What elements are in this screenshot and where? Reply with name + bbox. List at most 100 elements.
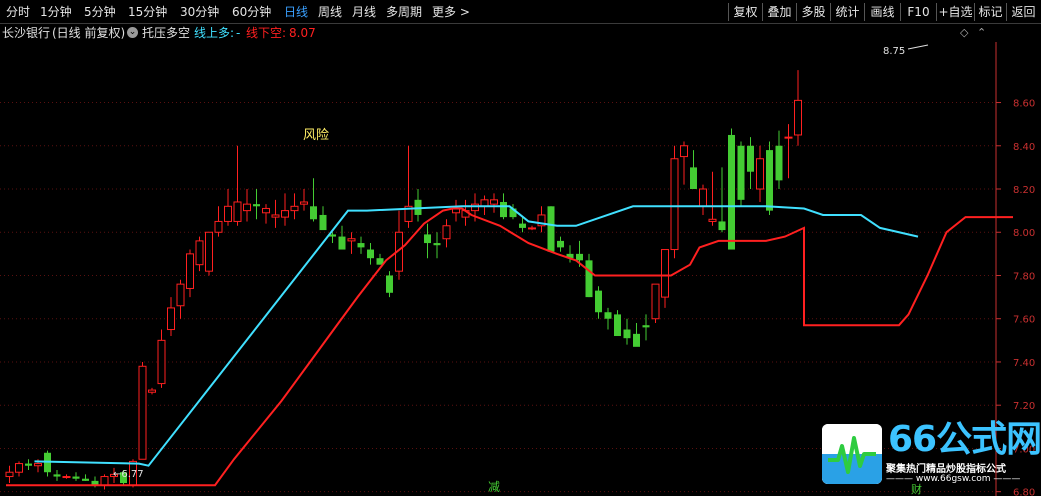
logo-pulse-icon bbox=[822, 424, 882, 484]
candle-up bbox=[62, 476, 71, 479]
candle-down bbox=[357, 243, 365, 248]
candle-down bbox=[338, 236, 346, 250]
candle-down bbox=[576, 253, 583, 261]
period-tab-multi[interactable]: 多周期 bbox=[386, 0, 422, 24]
candle-up bbox=[794, 99, 802, 136]
candle-up bbox=[186, 253, 194, 289]
candle-up bbox=[756, 158, 764, 190]
add-watchlist-button[interactable]: +自选 bbox=[936, 3, 974, 21]
candle-up bbox=[157, 339, 166, 385]
candle-up bbox=[5, 471, 14, 478]
period-tab-monthly[interactable]: 月线 bbox=[352, 0, 376, 24]
candle-down bbox=[319, 214, 327, 231]
candle-down bbox=[557, 240, 564, 248]
candle-up bbox=[680, 145, 688, 158]
candle-down bbox=[547, 206, 555, 252]
price-tick-label: 7.60 bbox=[1013, 315, 1035, 326]
candle-down bbox=[595, 290, 602, 313]
candle-down bbox=[633, 333, 640, 347]
period-tab-15min[interactable]: 15分钟 bbox=[128, 0, 167, 24]
candle-down bbox=[367, 249, 374, 259]
candle-down bbox=[775, 145, 783, 181]
chevron-down-icon[interactable]: ⌄ bbox=[127, 27, 138, 38]
candle-down bbox=[642, 325, 650, 328]
candle-up bbox=[100, 476, 109, 486]
price-tick-label: 8.40 bbox=[1013, 142, 1035, 153]
price-tick-label: 7.40 bbox=[1013, 358, 1035, 369]
period-tab-5min[interactable]: 5分钟 bbox=[84, 0, 116, 24]
mark-button[interactable]: 标记 bbox=[974, 3, 1006, 21]
expand-icon[interactable]: ⌃ bbox=[977, 24, 986, 42]
candle-up bbox=[699, 188, 707, 207]
candle-down bbox=[604, 312, 612, 319]
logo-slogan: 聚集热门精品炒股指标公式 bbox=[886, 464, 1006, 475]
candle-up bbox=[708, 218, 717, 222]
candle-down bbox=[690, 167, 697, 190]
period-tab-60min[interactable]: 60分钟 bbox=[232, 0, 271, 24]
risk-annotation: 风险 bbox=[303, 128, 329, 143]
period-tab-more[interactable]: 更多 > bbox=[432, 0, 470, 24]
chart-mode: (日线 前复权) bbox=[52, 26, 126, 40]
candle-down bbox=[253, 204, 260, 207]
top-toolbar: 分时 1分钟 5分钟 15分钟 30分钟 60分钟 日线 周线 月线 多周期 更… bbox=[0, 0, 1041, 24]
candle-down bbox=[585, 260, 593, 298]
candle-up bbox=[34, 463, 42, 467]
candle-up bbox=[195, 240, 204, 266]
candle-down bbox=[614, 314, 621, 337]
high-arrow bbox=[907, 44, 929, 50]
candle-up bbox=[262, 207, 270, 214]
candle-up bbox=[148, 389, 156, 393]
line-up-label: 线上多: bbox=[194, 26, 235, 40]
diamond-icon[interactable]: ◇ bbox=[960, 24, 968, 42]
stock-name: 长沙银行 bbox=[2, 26, 51, 40]
indicator-name[interactable]: 托压多空 bbox=[142, 24, 190, 42]
candle-up bbox=[243, 203, 251, 212]
reduce-annotation: 减 bbox=[488, 480, 500, 494]
price-tick-label: 8.00 bbox=[1013, 228, 1035, 239]
candle-down bbox=[623, 329, 631, 339]
site-logo: 66公式网 聚集热门精品炒股指标公式 ——— www.66gsw.com ——— bbox=[818, 418, 1041, 490]
candle-down bbox=[737, 145, 745, 200]
candle-up bbox=[205, 231, 213, 272]
price-tick-label: 8.20 bbox=[1013, 185, 1035, 196]
candle-up bbox=[271, 214, 280, 218]
line-up-value: - bbox=[236, 26, 241, 40]
back-button[interactable]: 返回 bbox=[1006, 3, 1040, 21]
chart-info-bar: 长沙银行 (日线 前复权) ⌄ 托压多空 线上多: - 线下空: 8.07 ◇ … bbox=[0, 24, 1041, 42]
period-tab-daily[interactable]: 日线 bbox=[284, 0, 308, 24]
period-tab-minute[interactable]: 分时 bbox=[6, 0, 30, 24]
statistics-button[interactable]: 统计 bbox=[830, 3, 864, 21]
candle-up bbox=[290, 205, 299, 212]
candle-down bbox=[424, 234, 431, 244]
candle-down bbox=[519, 223, 526, 228]
candle-up bbox=[167, 307, 175, 331]
candle-down bbox=[82, 478, 89, 481]
candle-up bbox=[784, 136, 793, 139]
multi-stock-button[interactable]: 多股 bbox=[796, 3, 830, 21]
candle-up bbox=[138, 365, 147, 460]
draw-line-button[interactable]: 画线 bbox=[864, 3, 900, 21]
period-tab-weekly[interactable]: 周线 bbox=[318, 0, 342, 24]
candlestick-series bbox=[5, 70, 802, 490]
pressure-line bbox=[34, 205, 919, 467]
price-tick-label: 8.60 bbox=[1013, 99, 1035, 110]
candle-down bbox=[718, 221, 726, 231]
high-price-label: 8.75 bbox=[883, 46, 905, 57]
candle-down bbox=[747, 145, 754, 172]
candle-down bbox=[386, 275, 393, 293]
logo-title: 66公式网 bbox=[888, 419, 1041, 460]
candle-up bbox=[528, 227, 536, 230]
adjust-button[interactable]: 复权 bbox=[728, 3, 762, 21]
overlay-button[interactable]: 叠加 bbox=[762, 3, 796, 21]
candle-up bbox=[490, 199, 498, 205]
line-down-label: 线下空: bbox=[246, 26, 287, 40]
line-down-value: 8.07 bbox=[289, 26, 316, 40]
candle-down bbox=[25, 463, 32, 466]
candle-up bbox=[224, 205, 232, 222]
period-tab-30min[interactable]: 30分钟 bbox=[180, 0, 219, 24]
candle-down bbox=[72, 476, 80, 479]
f10-button[interactable]: F10 bbox=[900, 3, 936, 21]
period-tab-1min[interactable]: 1分钟 bbox=[40, 0, 72, 24]
candle-down bbox=[433, 243, 441, 246]
candle-up bbox=[281, 210, 289, 218]
